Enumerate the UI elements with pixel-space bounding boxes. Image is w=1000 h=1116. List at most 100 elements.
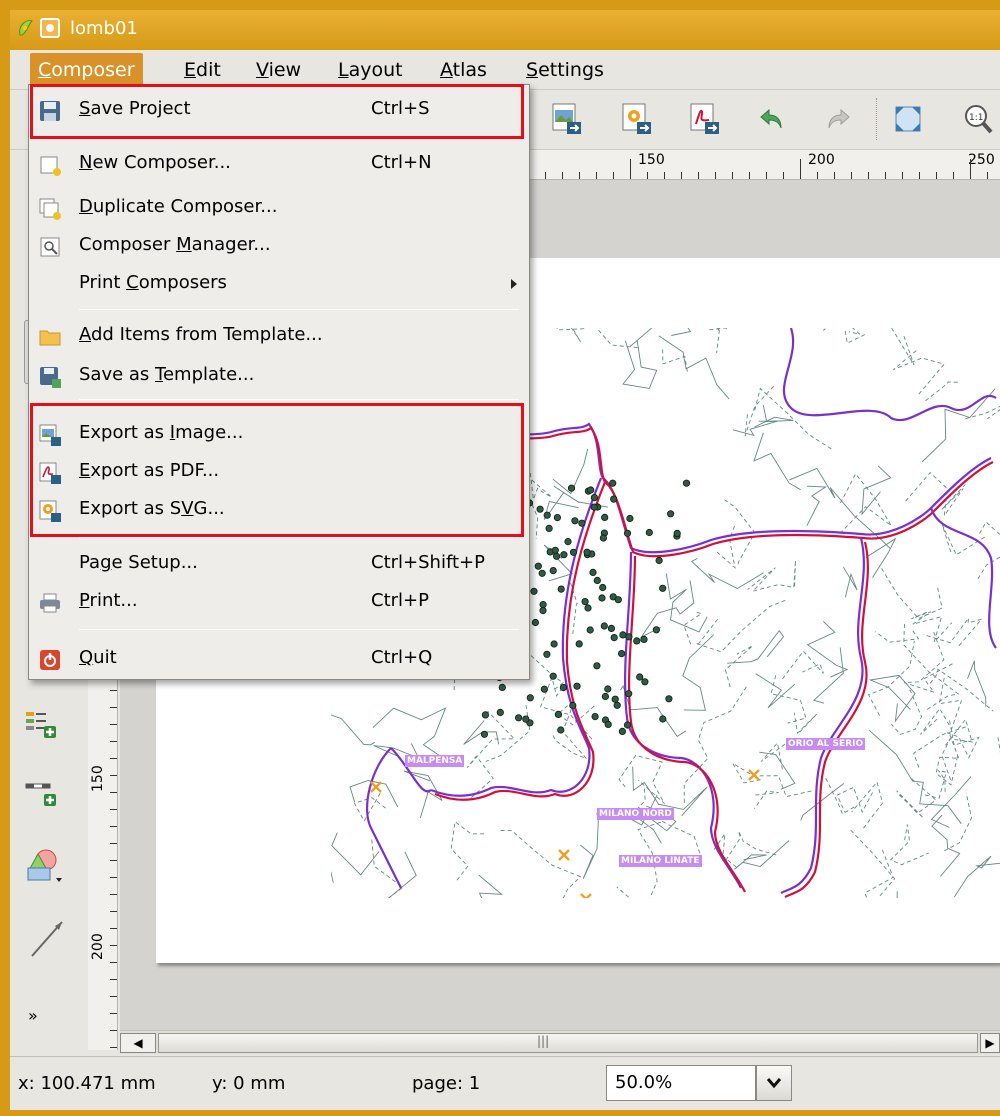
road-line xyxy=(929,668,994,712)
menu-item-label: Duplicate Composer... xyxy=(79,196,278,217)
redo-toolbar-button[interactable] xyxy=(816,98,860,140)
new-composer-icon xyxy=(40,156,61,176)
export-svg-toolbar-button[interactable] xyxy=(614,98,658,140)
page-readout: page: 1 xyxy=(412,1073,481,1094)
menu-item-duplicate-composer[interactable]: Duplicate Composer... xyxy=(29,189,529,227)
occurrence-point xyxy=(600,622,608,630)
menu-item-label: Save as Template... xyxy=(79,364,255,385)
menu-item-print-composers[interactable]: Print Composers xyxy=(29,265,529,303)
road-line xyxy=(848,828,896,898)
menu-view[interactable]: View xyxy=(248,57,309,83)
redo-icon xyxy=(828,108,850,129)
menu-separator xyxy=(79,399,519,400)
road-line xyxy=(806,485,828,526)
road-line xyxy=(734,840,790,870)
occurrence-point xyxy=(614,596,622,604)
ruler-tick xyxy=(970,159,971,179)
road-line xyxy=(941,718,973,783)
road-line xyxy=(754,405,794,428)
zoom-dropdown-button[interactable] xyxy=(756,1065,792,1101)
road-line xyxy=(331,852,334,883)
menu-composer[interactable]: Composer xyxy=(30,53,143,86)
composer-menu: Save Project Ctrl+S New Composer... Ctrl… xyxy=(28,84,530,680)
menu-item-print[interactable]: Print... Ctrl+P xyxy=(29,583,529,621)
menu-item-save-as-template[interactable]: Save as Template... xyxy=(29,357,529,395)
road-line xyxy=(954,855,1000,898)
menu-settings[interactable]: Settings xyxy=(518,57,612,83)
menu-edit[interactable]: Edit xyxy=(176,57,229,83)
ruler-tick xyxy=(817,172,818,179)
title-bar: lomb01 xyxy=(10,10,1000,50)
occurrence-point xyxy=(641,678,649,686)
road-line xyxy=(806,621,849,678)
menu-item-quit[interactable]: Quit Ctrl+Q xyxy=(29,640,529,678)
ruler-tick xyxy=(110,860,117,861)
export-pdf-toolbar-button[interactable] xyxy=(682,98,726,140)
boundary-purple xyxy=(366,747,432,889)
menu-item-label: Add Items from Template... xyxy=(79,324,323,345)
scrollbar-thumb[interactable] xyxy=(158,1033,978,1053)
ruler-tick xyxy=(110,928,117,929)
menu-item-shortcut: Ctrl+P xyxy=(371,590,429,611)
road-line xyxy=(727,629,785,664)
occurrence-point xyxy=(573,682,581,690)
occurrence-point xyxy=(578,519,586,527)
occurrence-point xyxy=(553,552,561,560)
occurrence-point xyxy=(673,529,681,537)
zoom-level-field[interactable]: 50.0% xyxy=(606,1065,756,1101)
occurrence-point xyxy=(515,714,523,722)
add-arrow-icon[interactable] xyxy=(28,916,68,960)
occurrence-point xyxy=(545,524,553,532)
road-line xyxy=(903,630,953,694)
ruler-tick xyxy=(885,172,886,179)
ruler-tick xyxy=(936,172,937,179)
zoom-full-toolbar-button[interactable] xyxy=(886,98,930,140)
scroll-left-arrow-icon[interactable]: ◀ xyxy=(120,1033,156,1053)
occurrence-point xyxy=(549,567,557,575)
add-shape-icon[interactable] xyxy=(24,844,64,884)
menu-item-shortcut: Ctrl+Shift+P xyxy=(371,552,485,573)
occurrence-point xyxy=(551,546,559,554)
ruler-tick xyxy=(987,172,988,179)
ruler-tick xyxy=(579,172,580,179)
menu-layout[interactable]: Layout xyxy=(330,57,411,83)
road-line xyxy=(682,634,715,711)
occurrence-point xyxy=(534,562,542,570)
menu-atlas[interactable]: Atlas xyxy=(432,57,495,83)
road-line xyxy=(851,781,884,829)
zoom-100-toolbar-button[interactable]: 1:1 xyxy=(956,98,1000,140)
add-scalebar-icon[interactable] xyxy=(24,778,58,808)
ruler-tick xyxy=(698,172,699,179)
road-line xyxy=(724,645,754,688)
export-pdf-icon xyxy=(690,103,719,134)
occurrence-point xyxy=(682,479,691,487)
printer-icon xyxy=(40,593,60,613)
undo-toolbar-button[interactable] xyxy=(750,98,794,140)
occurrence-point xyxy=(530,587,538,595)
horizontal-scrollbar[interactable]: ◀ ▶ xyxy=(120,1030,1000,1054)
quit-icon xyxy=(40,650,60,670)
road-line xyxy=(893,349,945,395)
occurrence-point xyxy=(589,568,597,576)
occurrence-point xyxy=(659,584,667,592)
road-line xyxy=(896,778,937,819)
occurrence-point xyxy=(543,511,551,519)
boundary-purple xyxy=(490,422,992,554)
menu-item-page-setup[interactable]: Page Setup... Ctrl+Shift+P xyxy=(29,545,529,583)
airport-icon xyxy=(580,893,592,898)
menu-item-composer-manager[interactable]: Composer Manager... xyxy=(29,227,529,265)
road-line xyxy=(977,521,1000,580)
menu-item-new-composer[interactable]: New Composer... Ctrl+N xyxy=(29,145,529,183)
more-tools-chevron-icon[interactable]: » xyxy=(28,1006,38,1025)
scroll-right-arrow-icon[interactable]: ▶ xyxy=(980,1033,1000,1053)
ruler-tick xyxy=(110,1030,117,1031)
export-image-toolbar-button[interactable] xyxy=(544,98,588,140)
ruler-tick xyxy=(110,690,117,691)
road-line xyxy=(580,812,599,879)
road-line xyxy=(485,705,531,762)
occurrence-point xyxy=(584,604,592,612)
occurrence-point xyxy=(604,685,612,693)
toolbar-separator xyxy=(876,98,878,140)
menu-item-add-items-from-template[interactable]: Add Items from Template... xyxy=(29,317,529,355)
add-legend-icon[interactable] xyxy=(24,710,58,740)
